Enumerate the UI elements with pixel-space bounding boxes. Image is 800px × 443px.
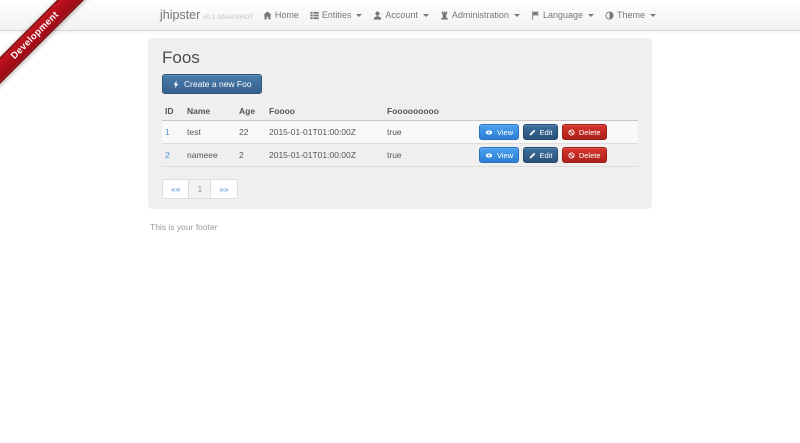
eye-icon bbox=[485, 152, 493, 159]
nav-item-label: Entities bbox=[322, 10, 352, 20]
table-row: 2 nameee 2 2015-01-01T01:00:00Z true Vie… bbox=[162, 144, 638, 167]
col-header-age: Age bbox=[236, 102, 266, 121]
nav-item-home[interactable]: Home bbox=[263, 10, 299, 20]
pencil-icon bbox=[529, 129, 536, 136]
cell-foooo: 2015-01-01T01:00:00Z bbox=[266, 144, 384, 167]
pagination-last-button[interactable]: »» bbox=[210, 179, 237, 199]
pagination-page-1[interactable]: 1 bbox=[188, 179, 211, 199]
view-button[interactable]: View bbox=[479, 124, 519, 140]
col-header-actions bbox=[476, 102, 638, 121]
cell-fooooooooo: true bbox=[384, 121, 476, 144]
flag-icon bbox=[531, 11, 540, 20]
create-foo-button[interactable]: Create a new Foo bbox=[162, 74, 262, 94]
edit-label: Edit bbox=[540, 128, 553, 137]
ban-icon bbox=[568, 129, 575, 136]
nav-item-administration[interactable]: Administration bbox=[440, 10, 520, 20]
adjust-icon bbox=[605, 11, 614, 20]
foos-table: ID Name Age Foooo Fooooooooo 1 test 22 2… bbox=[162, 102, 638, 167]
chevron-down-icon bbox=[423, 14, 429, 17]
chevron-down-icon bbox=[514, 14, 520, 17]
cell-age: 22 bbox=[236, 121, 266, 144]
cell-foooo: 2015-01-01T01:00:00Z bbox=[266, 121, 384, 144]
chevron-down-icon bbox=[588, 14, 594, 17]
brand-version: v0.1-SNAPSHOT bbox=[203, 14, 253, 21]
view-label: View bbox=[497, 151, 513, 160]
nav-item-entities[interactable]: Entities bbox=[310, 10, 363, 20]
pencil-icon bbox=[529, 152, 536, 159]
col-header-fooooooooo: Fooooooooo bbox=[384, 102, 476, 121]
edit-button[interactable]: Edit bbox=[523, 147, 559, 163]
flash-icon bbox=[172, 80, 180, 89]
brand[interactable]: jhipster v0.1-SNAPSHOT bbox=[160, 8, 254, 22]
footer-text: This is your footer bbox=[148, 222, 652, 232]
user-icon bbox=[373, 11, 382, 20]
nav-item-label: Account bbox=[385, 10, 418, 20]
nav-item-account[interactable]: Account bbox=[373, 10, 429, 20]
col-header-name: Name bbox=[184, 102, 236, 121]
cell-name: test bbox=[184, 121, 236, 144]
chevron-down-icon bbox=[356, 14, 362, 17]
view-label: View bbox=[497, 128, 513, 137]
edit-button[interactable]: Edit bbox=[523, 124, 559, 140]
home-icon bbox=[263, 11, 272, 20]
table-header-row: ID Name Age Foooo Fooooooooo bbox=[162, 102, 638, 121]
main-nav: Home Entities Account Admi bbox=[263, 10, 656, 20]
view-button[interactable]: View bbox=[479, 147, 519, 163]
col-header-foooo: Foooo bbox=[266, 102, 384, 121]
nav-item-language[interactable]: Language bbox=[531, 10, 594, 20]
create-foo-label: Create a new Foo bbox=[184, 79, 252, 89]
eye-icon bbox=[485, 129, 493, 136]
delete-button[interactable]: Delete bbox=[562, 124, 607, 140]
navbar: jhipster v0.1-SNAPSHOT Home Entities bbox=[0, 0, 800, 31]
cell-fooooooooo: true bbox=[384, 144, 476, 167]
delete-button[interactable]: Delete bbox=[562, 147, 607, 163]
delete-label: Delete bbox=[579, 128, 601, 137]
cell-age: 2 bbox=[236, 144, 266, 167]
delete-label: Delete bbox=[579, 151, 601, 160]
nav-item-theme[interactable]: Theme bbox=[605, 10, 656, 20]
nav-item-label: Theme bbox=[617, 10, 645, 20]
main-container: Foos Create a new Foo ID Name Age Foooo … bbox=[148, 38, 652, 232]
col-header-id: ID bbox=[162, 102, 184, 121]
chevron-down-icon bbox=[650, 14, 656, 17]
page-title: Foos bbox=[162, 48, 638, 68]
edit-label: Edit bbox=[540, 151, 553, 160]
tower-icon bbox=[440, 11, 449, 20]
foos-panel: Foos Create a new Foo ID Name Age Foooo … bbox=[148, 38, 652, 209]
list-icon bbox=[310, 11, 319, 20]
nav-item-label: Home bbox=[275, 10, 299, 20]
cell-name: nameee bbox=[184, 144, 236, 167]
pagination: «« 1 »» bbox=[162, 179, 238, 199]
nav-item-label: Language bbox=[543, 10, 583, 20]
brand-name: jhipster bbox=[160, 8, 200, 22]
ban-icon bbox=[568, 152, 575, 159]
row-id-link[interactable]: 1 bbox=[165, 127, 170, 137]
row-id-link[interactable]: 2 bbox=[165, 150, 170, 160]
pagination-first-button[interactable]: «« bbox=[162, 179, 189, 199]
table-row: 1 test 22 2015-01-01T01:00:00Z true View… bbox=[162, 121, 638, 144]
nav-item-label: Administration bbox=[452, 10, 509, 20]
